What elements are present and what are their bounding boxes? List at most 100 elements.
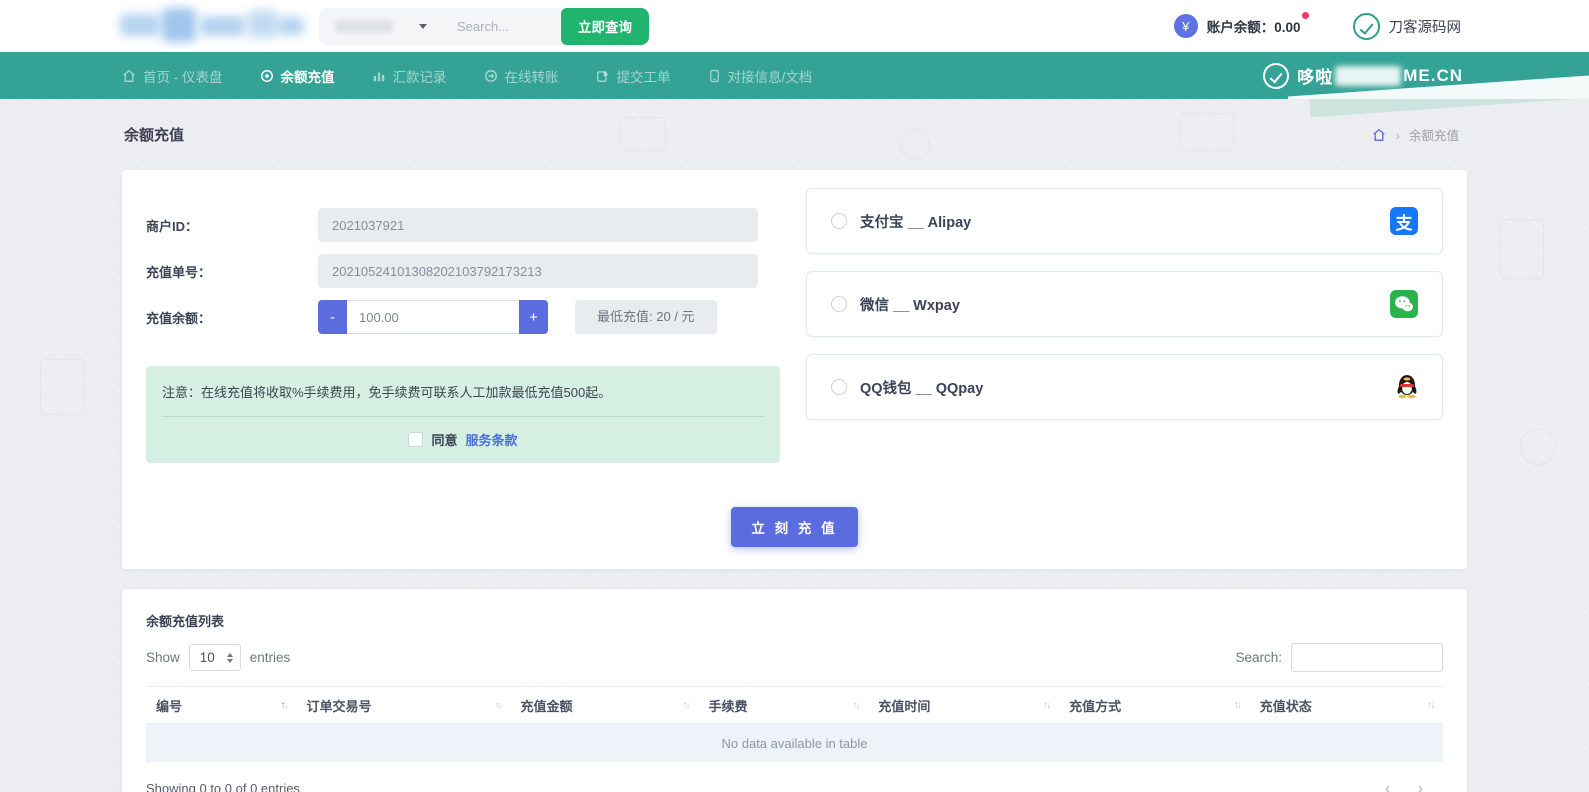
logo-blur-shape (200, 16, 246, 36)
search-type-dropdown[interactable] (319, 19, 443, 33)
page-size-select[interactable]: 10 (188, 644, 241, 671)
column-header-id[interactable]: 编号 ↑↓ (146, 696, 296, 715)
table-controls: Show 10 entries Search: (146, 643, 1443, 672)
brand-prefix: 哆啦 (1297, 68, 1334, 87)
account-balance: ¥ 账户余额：0.00 (1173, 12, 1309, 38)
home-icon (123, 69, 135, 82)
radio-button[interactable] (831, 379, 847, 395)
submit-row: 立 刻 充 值 (146, 507, 1443, 547)
sort-icon: ↑↓ (682, 699, 691, 711)
logo-blur-shape (248, 10, 278, 38)
sort-icon: ↑↓ (280, 699, 288, 711)
breadcrumb-current: 余额充值 (1408, 129, 1459, 143)
header-wedge-decoration (1308, 99, 1589, 118)
search-input[interactable] (443, 7, 561, 45)
payment-label: QQ钱包 __ QQpay (860, 380, 984, 397)
page-header: 余额充值 › 余额充值 (0, 99, 1589, 170)
site-logo-censored (120, 8, 305, 44)
column-label: 充值方式 (1069, 698, 1122, 714)
column-label: 订单交易号 (306, 698, 372, 714)
nav-item-label: 在线转账 (504, 69, 559, 85)
table-search-input[interactable] (1291, 643, 1443, 672)
doc-icon (709, 69, 719, 82)
column-header-fee[interactable]: 手续费 ↑↓ (699, 696, 869, 715)
agree-checkbox[interactable] (408, 432, 424, 447)
merchant-id-field (318, 208, 758, 242)
payment-label: 支付宝 __ Alipay (860, 214, 972, 231)
sort-icon: ↑↓ (1043, 699, 1051, 711)
main-navbar: 首页 - 仪表盘 余额充值 汇款记录 在线转账 提交工单 对接信息/文档 哆啦 M… (0, 52, 1589, 99)
qq-icon (1396, 373, 1418, 402)
table-empty-row: No data available in table (146, 724, 1443, 762)
topbar-search-group: 立即查询 (319, 7, 649, 45)
min-recharge-note: 最低充值: 20 / 元 (575, 300, 717, 334)
navbar-brand-icon (1263, 62, 1290, 89)
payment-option-wxpay[interactable]: 微信 __ Wxpay (806, 271, 1443, 337)
nav-item-balance-recharge[interactable]: 余额充值 (260, 66, 335, 86)
recharge-now-button[interactable]: 立 刻 充 值 (731, 507, 858, 547)
brand-ring-icon (1352, 12, 1380, 40)
column-header-method[interactable]: 充值方式 ↑↓ (1059, 696, 1250, 715)
order-no-label: 充值单号： (146, 264, 212, 280)
sort-icon: ↑↓ (1426, 699, 1435, 711)
notification-dot (1301, 12, 1309, 19)
column-header-status[interactable]: 充值状态 ↑↓ (1250, 696, 1443, 715)
nav-item-label: 汇款记录 (392, 69, 447, 85)
form-row-order-no: 充值单号： (146, 254, 780, 288)
recharge-card: 商户ID： 充值单号： 充值余额： - + 最低充 (122, 170, 1467, 569)
logo-blur-shape (162, 8, 196, 42)
search-button[interactable]: 立即查询 (561, 7, 649, 45)
navbar-brand: 哆啦 ME.CN (1263, 62, 1463, 89)
merchant-id-label: 商户ID： (146, 218, 199, 234)
wechat-icon (1390, 290, 1418, 318)
dropdown-value-censored (335, 19, 393, 33)
payment-label: 微信 __ Wxpay (860, 297, 960, 314)
column-label: 手续费 (708, 698, 748, 714)
entries-summary: Showing 0 to 0 of 0 entries (146, 781, 300, 792)
nav-item-dashboard[interactable]: 首页 - 仪表盘 (122, 66, 223, 86)
nav-item-submit-ticket[interactable]: 提交工单 (596, 66, 671, 86)
logo-blur-shape (120, 14, 160, 36)
balance-label: 账户余额： (1206, 20, 1275, 35)
recharge-list-card: 余额充值列表 Show 10 entries Search: 编号 ↑↓ 订单交… (122, 589, 1467, 792)
amount-stepper: - + (318, 300, 548, 334)
topbar-right: ¥ 账户余额：0.00 刀客源码网 (1173, 12, 1461, 40)
pagination: ‹ › (1385, 780, 1443, 792)
order-no-field (318, 254, 758, 288)
entries-label: entries (249, 650, 291, 665)
yen-icon: ¥ (1173, 14, 1198, 38)
radio-button[interactable] (831, 213, 847, 229)
target-icon (260, 69, 273, 82)
nav-item-label: 首页 - 仪表盘 (143, 69, 223, 85)
chevron-down-icon (419, 23, 427, 29)
nav-item-docs[interactable]: 对接信息/文档 (708, 66, 812, 86)
radio-button[interactable] (831, 296, 847, 312)
nav-item-remittance-records[interactable]: 汇款记录 (372, 66, 447, 86)
nav-item-online-transfer[interactable]: 在线转账 (484, 66, 559, 86)
topbar: 立即查询 ¥ 账户余额：0.00 刀客源码网 (0, 0, 1589, 52)
balance-text: 账户余额：0.00 (1206, 12, 1309, 36)
page-size-control: Show 10 entries (146, 644, 290, 671)
stepper-plus-button[interactable]: + (519, 300, 548, 334)
home-icon[interactable] (1372, 128, 1386, 142)
nav-item-label: 余额充值 (280, 69, 335, 85)
column-header-order-no[interactable]: 订单交易号 ↑↓ (296, 696, 510, 715)
agree-label: 同意 (431, 433, 458, 448)
terms-link[interactable]: 服务条款 (466, 430, 518, 449)
notice-text: 注意：在线充值将收取%手续费用，免手续费可联系人工加款最低充值500起。 (162, 385, 612, 400)
payment-option-qqpay[interactable]: QQ钱包 __ QQpay (806, 354, 1443, 420)
stepper-minus-button[interactable]: - (318, 300, 347, 334)
column-header-amount[interactable]: 充值金额 ↑↓ (510, 696, 698, 715)
column-header-time[interactable]: 充值时间 ↑↓ (868, 696, 1059, 715)
logo-blur-shape (278, 17, 304, 35)
table-search-control: Search: (1235, 643, 1443, 672)
amount-label: 充值余额： (146, 310, 212, 326)
sort-icon: ↑↓ (1233, 699, 1242, 711)
notice-box: 注意：在线充值将收取%手续费用，免手续费可联系人工加款最低充值500起。 同意 … (146, 366, 780, 463)
brand-suffix: ME.CN (1403, 65, 1463, 85)
next-page-button[interactable]: › (1418, 780, 1423, 792)
payment-option-alipay[interactable]: 支付宝 __ Alipay 支 (806, 188, 1443, 254)
sort-icon: ↑↓ (852, 699, 860, 711)
amount-field[interactable] (347, 300, 519, 334)
prev-page-button[interactable]: ‹ (1385, 780, 1390, 792)
